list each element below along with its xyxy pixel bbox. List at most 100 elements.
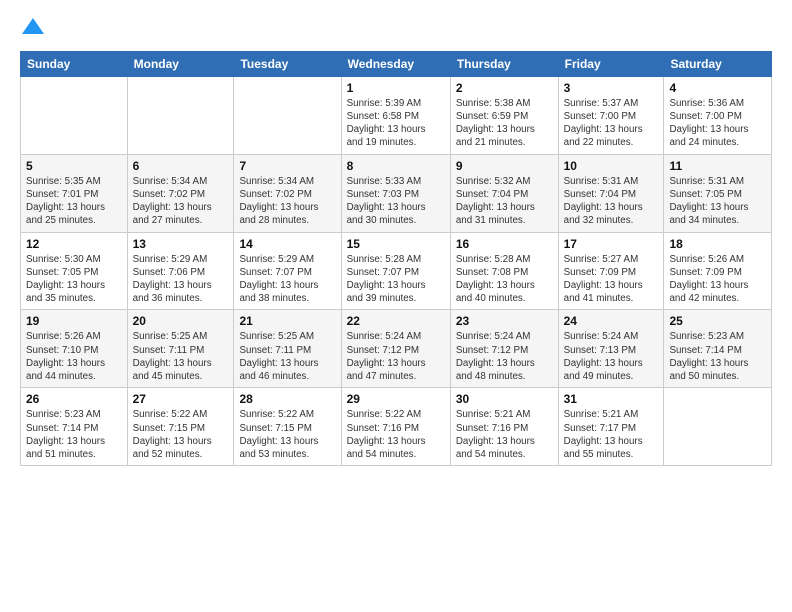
calendar-cell: 8 Sunrise: 5:33 AM Sunset: 7:03 PM Daylig…	[341, 154, 450, 232]
calendar-cell: 24 Sunrise: 5:24 AM Sunset: 7:13 PM Dayli…	[558, 310, 664, 388]
calendar-cell: 6 Sunrise: 5:34 AM Sunset: 7:02 PM Daylig…	[127, 154, 234, 232]
day-number: 25	[669, 314, 766, 328]
day-number: 14	[239, 237, 335, 251]
day-info: Sunrise: 5:24 AM Sunset: 7:13 PM Dayligh…	[564, 330, 659, 383]
day-number: 30	[456, 392, 553, 406]
day-info: Sunrise: 5:37 AM Sunset: 7:00 PM Dayligh…	[564, 97, 659, 150]
day-info: Sunrise: 5:21 AM Sunset: 7:16 PM Dayligh…	[456, 408, 553, 461]
logo-icon	[22, 16, 44, 38]
day-info: Sunrise: 5:31 AM Sunset: 7:05 PM Dayligh…	[669, 175, 766, 228]
day-info: Sunrise: 5:38 AM Sunset: 6:59 PM Dayligh…	[456, 97, 553, 150]
day-number: 27	[133, 392, 229, 406]
calendar-cell	[127, 76, 234, 154]
day-info: Sunrise: 5:29 AM Sunset: 7:06 PM Dayligh…	[133, 253, 229, 306]
day-info: Sunrise: 5:25 AM Sunset: 7:11 PM Dayligh…	[239, 330, 335, 383]
day-number: 22	[347, 314, 445, 328]
day-info: Sunrise: 5:22 AM Sunset: 7:15 PM Dayligh…	[239, 408, 335, 461]
day-info: Sunrise: 5:21 AM Sunset: 7:17 PM Dayligh…	[564, 408, 659, 461]
day-number: 16	[456, 237, 553, 251]
day-info: Sunrise: 5:33 AM Sunset: 7:03 PM Dayligh…	[347, 175, 445, 228]
day-number: 3	[564, 81, 659, 95]
calendar-cell: 21 Sunrise: 5:25 AM Sunset: 7:11 PM Dayli…	[234, 310, 341, 388]
calendar-cell	[664, 388, 772, 466]
weekday-header-sunday: Sunday	[21, 51, 128, 76]
day-info: Sunrise: 5:36 AM Sunset: 7:00 PM Dayligh…	[669, 97, 766, 150]
day-number: 5	[26, 159, 122, 173]
day-number: 21	[239, 314, 335, 328]
day-number: 19	[26, 314, 122, 328]
day-info: Sunrise: 5:30 AM Sunset: 7:05 PM Dayligh…	[26, 253, 122, 306]
day-number: 4	[669, 81, 766, 95]
day-number: 8	[347, 159, 445, 173]
header	[20, 16, 772, 43]
calendar-cell: 13 Sunrise: 5:29 AM Sunset: 7:06 PM Dayli…	[127, 232, 234, 310]
calendar-cell: 1Sunrise: 5:39 AM Sunset: 6:58 PM Daylig…	[341, 76, 450, 154]
logo-text	[20, 16, 44, 43]
day-number: 26	[26, 392, 122, 406]
calendar-cell: 26 Sunrise: 5:23 AM Sunset: 7:14 PM Dayli…	[21, 388, 128, 466]
day-info: Sunrise: 5:25 AM Sunset: 7:11 PM Dayligh…	[133, 330, 229, 383]
day-number: 31	[564, 392, 659, 406]
day-number: 10	[564, 159, 659, 173]
logo	[20, 16, 44, 43]
day-info: Sunrise: 5:35 AM Sunset: 7:01 PM Dayligh…	[26, 175, 122, 228]
calendar-cell: 28Sunrise: 5:22 AM Sunset: 7:15 PM Dayli…	[234, 388, 341, 466]
day-info: Sunrise: 5:26 AM Sunset: 7:09 PM Dayligh…	[669, 253, 766, 306]
calendar-cell: 18 Sunrise: 5:26 AM Sunset: 7:09 PM Dayli…	[664, 232, 772, 310]
weekday-header-friday: Friday	[558, 51, 664, 76]
day-number: 20	[133, 314, 229, 328]
day-info: Sunrise: 5:22 AM Sunset: 7:15 PM Dayligh…	[133, 408, 229, 461]
day-info: Sunrise: 5:28 AM Sunset: 7:08 PM Dayligh…	[456, 253, 553, 306]
day-number: 15	[347, 237, 445, 251]
calendar-cell: 9 Sunrise: 5:32 AM Sunset: 7:04 PM Daylig…	[450, 154, 558, 232]
weekday-header-wednesday: Wednesday	[341, 51, 450, 76]
calendar-cell: 30 Sunrise: 5:21 AM Sunset: 7:16 PM Dayli…	[450, 388, 558, 466]
day-info: Sunrise: 5:23 AM Sunset: 7:14 PM Dayligh…	[26, 408, 122, 461]
calendar-cell: 19 Sunrise: 5:26 AM Sunset: 7:10 PM Dayli…	[21, 310, 128, 388]
page: SundayMondayTuesdayWednesdayThursdayFrid…	[0, 0, 792, 612]
day-info: Sunrise: 5:31 AM Sunset: 7:04 PM Dayligh…	[564, 175, 659, 228]
day-info: Sunrise: 5:26 AM Sunset: 7:10 PM Dayligh…	[26, 330, 122, 383]
day-number: 18	[669, 237, 766, 251]
day-number: 24	[564, 314, 659, 328]
calendar-cell: 23 Sunrise: 5:24 AM Sunset: 7:12 PM Dayli…	[450, 310, 558, 388]
day-info: Sunrise: 5:28 AM Sunset: 7:07 PM Dayligh…	[347, 253, 445, 306]
calendar-cell: 31 Sunrise: 5:21 AM Sunset: 7:17 PM Dayli…	[558, 388, 664, 466]
day-number: 12	[26, 237, 122, 251]
day-info: Sunrise: 5:34 AM Sunset: 7:02 PM Dayligh…	[239, 175, 335, 228]
day-number: 1	[347, 81, 445, 95]
calendar-cell	[234, 76, 341, 154]
calendar-cell: 11 Sunrise: 5:31 AM Sunset: 7:05 PM Dayli…	[664, 154, 772, 232]
calendar-cell	[21, 76, 128, 154]
day-number: 7	[239, 159, 335, 173]
calendar-cell: 25Sunrise: 5:23 AM Sunset: 7:14 PM Dayli…	[664, 310, 772, 388]
weekday-header-thursday: Thursday	[450, 51, 558, 76]
day-number: 11	[669, 159, 766, 173]
day-info: Sunrise: 5:24 AM Sunset: 7:12 PM Dayligh…	[456, 330, 553, 383]
day-info: Sunrise: 5:27 AM Sunset: 7:09 PM Dayligh…	[564, 253, 659, 306]
calendar-cell: 27 Sunrise: 5:22 AM Sunset: 7:15 PM Dayli…	[127, 388, 234, 466]
day-number: 23	[456, 314, 553, 328]
day-number: 6	[133, 159, 229, 173]
day-info: Sunrise: 5:24 AM Sunset: 7:12 PM Dayligh…	[347, 330, 445, 383]
day-info: Sunrise: 5:32 AM Sunset: 7:04 PM Dayligh…	[456, 175, 553, 228]
day-info: Sunrise: 5:22 AM Sunset: 7:16 PM Dayligh…	[347, 408, 445, 461]
calendar-cell: 16 Sunrise: 5:28 AM Sunset: 7:08 PM Dayli…	[450, 232, 558, 310]
day-info: Sunrise: 5:29 AM Sunset: 7:07 PM Dayligh…	[239, 253, 335, 306]
weekday-header-tuesday: Tuesday	[234, 51, 341, 76]
day-number: 29	[347, 392, 445, 406]
day-number: 13	[133, 237, 229, 251]
calendar-cell: 29 Sunrise: 5:22 AM Sunset: 7:16 PM Dayli…	[341, 388, 450, 466]
calendar-cell: 3 Sunrise: 5:37 AM Sunset: 7:00 PM Daylig…	[558, 76, 664, 154]
calendar-cell: 12 Sunrise: 5:30 AM Sunset: 7:05 PM Dayli…	[21, 232, 128, 310]
calendar-cell: 15 Sunrise: 5:28 AM Sunset: 7:07 PM Dayli…	[341, 232, 450, 310]
calendar-cell: 17Sunrise: 5:27 AM Sunset: 7:09 PM Dayli…	[558, 232, 664, 310]
calendar-cell: 4 Sunrise: 5:36 AM Sunset: 7:00 PM Daylig…	[664, 76, 772, 154]
calendar-cell: 20 Sunrise: 5:25 AM Sunset: 7:11 PM Dayli…	[127, 310, 234, 388]
day-info: Sunrise: 5:34 AM Sunset: 7:02 PM Dayligh…	[133, 175, 229, 228]
calendar-cell: 10 Sunrise: 5:31 AM Sunset: 7:04 PM Dayli…	[558, 154, 664, 232]
calendar-cell: 22 Sunrise: 5:24 AM Sunset: 7:12 PM Dayli…	[341, 310, 450, 388]
weekday-header-monday: Monday	[127, 51, 234, 76]
day-number: 2	[456, 81, 553, 95]
day-number: 9	[456, 159, 553, 173]
